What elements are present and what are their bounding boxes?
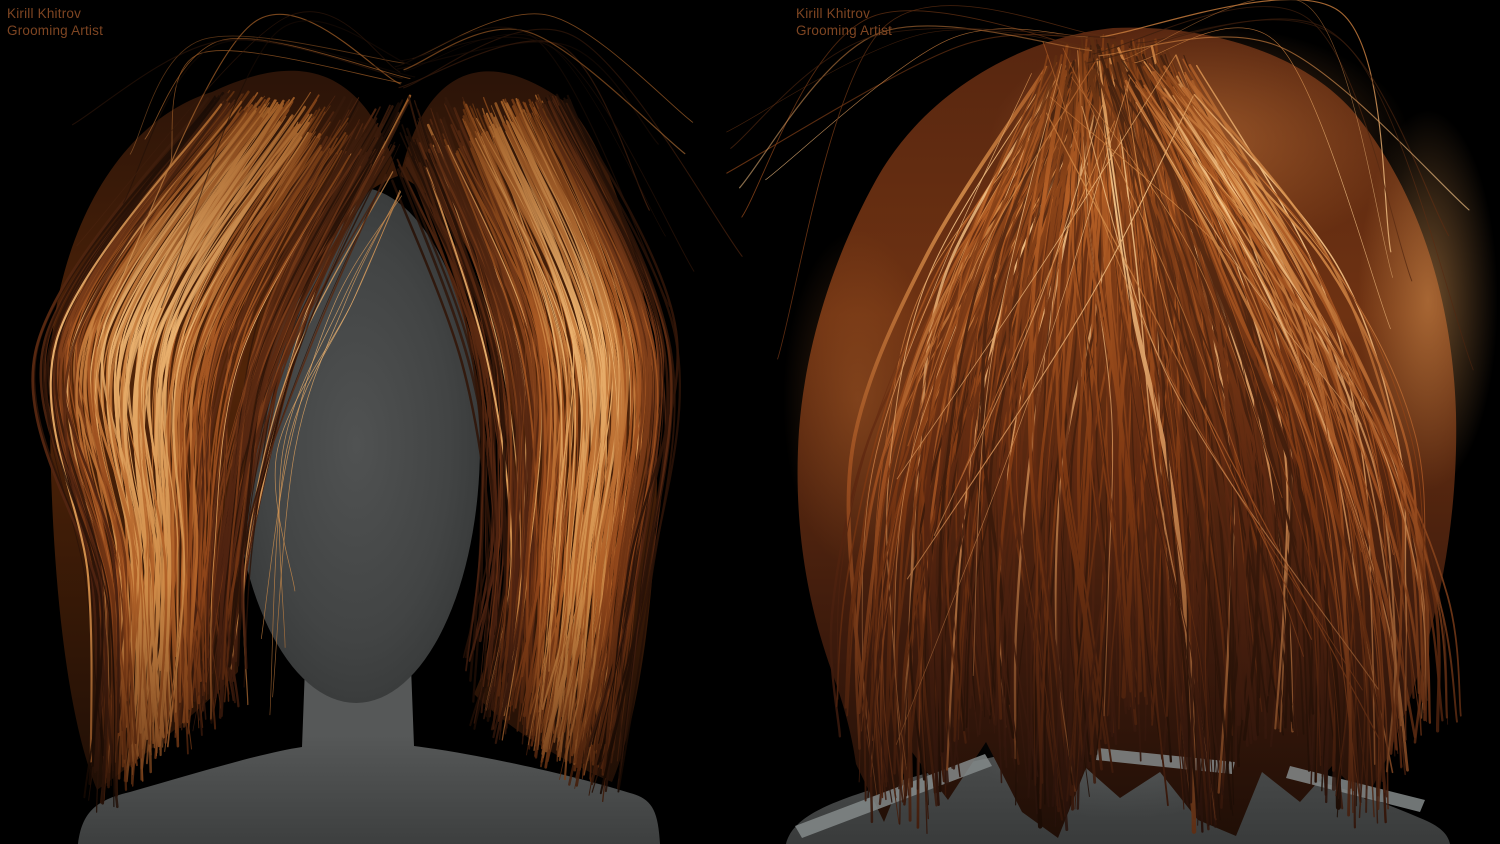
artist-name: Kirill Khitrov — [796, 6, 871, 21]
artist-role: Grooming Artist — [7, 22, 104, 38]
back-view-figure — [726, 0, 1498, 844]
render-canvas: Kirill Khitrov Grooming Artist Kirill Kh… — [0, 0, 1500, 844]
hair-render-svg — [31, 0, 1498, 844]
watermark-right: Kirill Khitrov Grooming Artist — [796, 6, 892, 39]
artist-role: Grooming Artist — [796, 22, 893, 38]
watermark-left: Kirill Khitrov Grooming Artist — [7, 6, 103, 39]
artist-name: Kirill Khitrov — [7, 6, 82, 21]
front-view-figure — [31, 11, 743, 844]
